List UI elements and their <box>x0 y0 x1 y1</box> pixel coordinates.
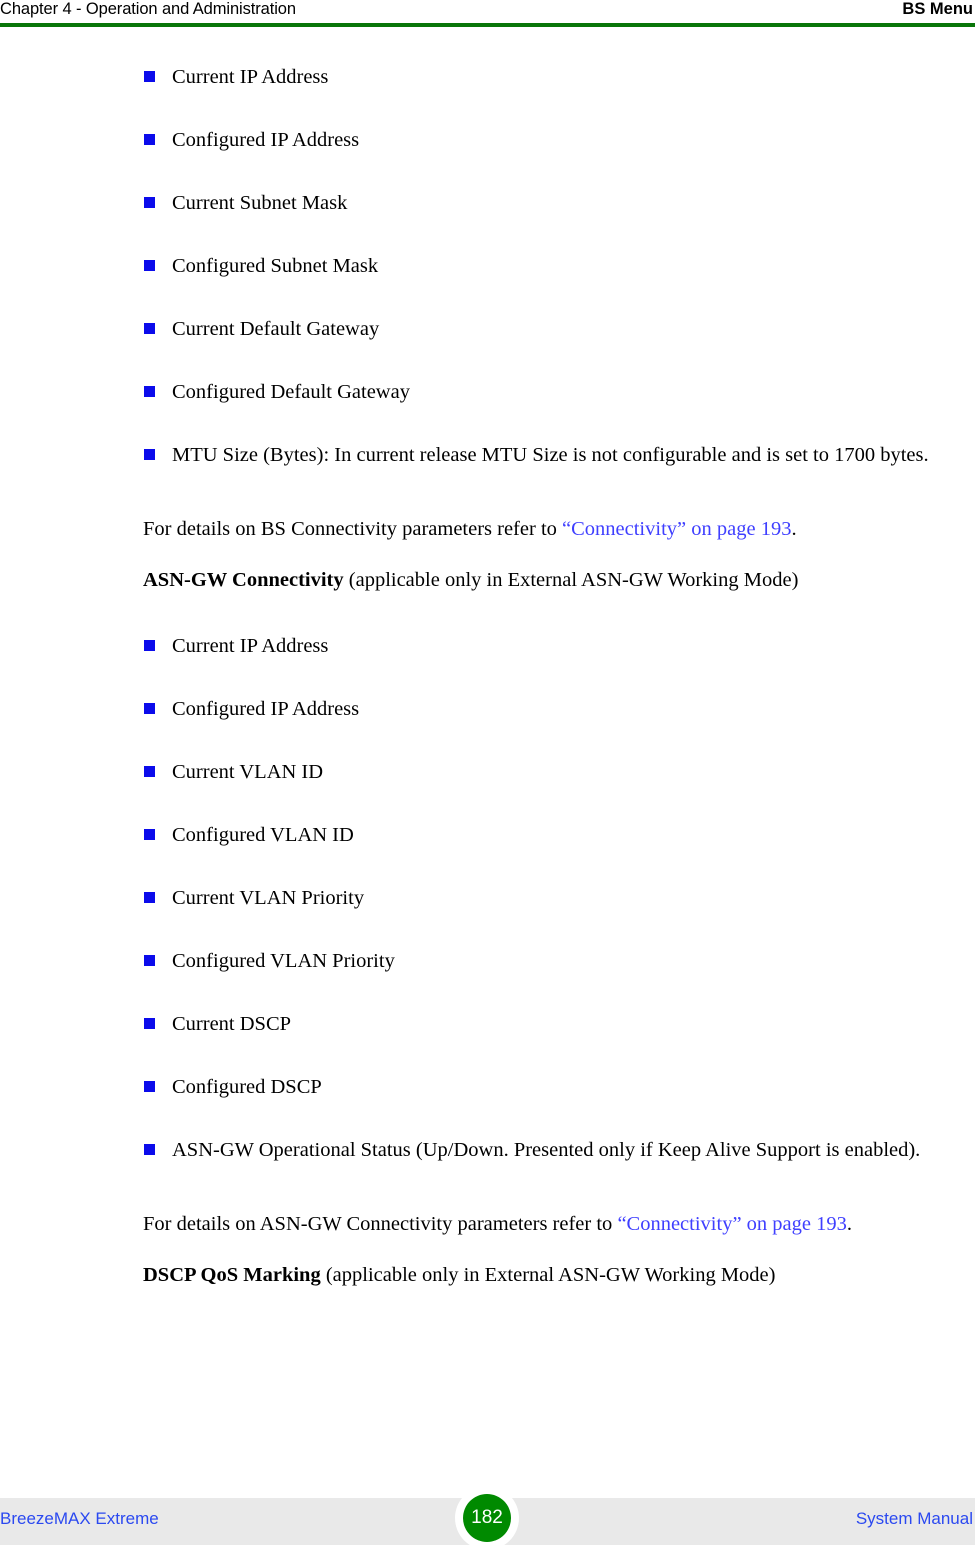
square-bullet-icon <box>144 323 155 334</box>
list-item-label: Current Subnet Mask <box>172 192 348 214</box>
square-bullet-icon <box>144 260 155 271</box>
list-item: Current Default Gateway <box>143 314 971 345</box>
page-number-badge: 182 <box>463 1494 511 1542</box>
list-item: Configured VLAN Priority <box>143 946 971 977</box>
list-item: Configured DSCP <box>143 1072 971 1103</box>
list-item-label: Configured VLAN ID <box>172 824 354 846</box>
asn-gw-connectivity-heading: ASN-GW Connectivity (applicable only in … <box>143 565 971 596</box>
square-bullet-icon <box>144 955 155 966</box>
reference-tail-text: . <box>846 1213 852 1235</box>
list-item: Current VLAN Priority <box>143 883 971 914</box>
list-item-label: Configured Default Gateway <box>172 381 410 403</box>
list-item: Current Subnet Mask <box>143 188 971 219</box>
list-item: Current VLAN ID <box>143 757 971 788</box>
list-item-label: Current DSCP <box>172 1013 292 1035</box>
list-item-label: Current Default Gateway <box>172 318 380 340</box>
list-item-label: Current IP Address <box>172 66 329 88</box>
header-divider-rule <box>0 23 975 27</box>
square-bullet-icon <box>144 1018 155 1029</box>
list-item: MTU Size (Bytes): In current release MTU… <box>143 440 971 471</box>
asn-gw-connectivity-heading-bold: ASN-GW Connectivity <box>143 569 344 591</box>
reference-tail-text: . <box>791 518 797 540</box>
cross-reference-link[interactable]: “Connectivity” on page 193 <box>617 1213 846 1235</box>
square-bullet-icon <box>144 71 155 82</box>
square-bullet-icon <box>144 766 155 777</box>
list-item-label: Configured IP Address <box>172 698 360 720</box>
list-item-label: Configured Subnet Mask <box>172 255 379 277</box>
page-content: Current IP Address Configured IP Address… <box>143 62 971 1291</box>
list-item-label: MTU Size (Bytes): In current release MTU… <box>172 444 929 466</box>
footer-manual-name: System Manual <box>855 1509 973 1528</box>
list-item-label: ASN-GW Operational Status (Up/Down. Pres… <box>172 1139 921 1161</box>
list-item: Current IP Address <box>143 62 971 93</box>
list-item: Configured Subnet Mask <box>143 251 971 282</box>
list-item: Current DSCP <box>143 1009 971 1040</box>
list-item: Configured VLAN ID <box>143 820 971 851</box>
bs-connectivity-bullet-list: Current IP Address Configured IP Address… <box>143 62 971 471</box>
list-item-label: Current VLAN ID <box>172 761 324 783</box>
list-item: Configured IP Address <box>143 125 971 156</box>
reference-lead-text: For details on BS Connectivity parameter… <box>143 518 563 540</box>
square-bullet-icon <box>144 1081 155 1092</box>
cross-reference-link[interactable]: “Connectivity” on page 193 <box>562 518 791 540</box>
page-footer: BreezeMAX Extreme 182 System Manual <box>0 1486 975 1550</box>
list-item-label: Configured DSCP <box>172 1076 322 1098</box>
bs-connectivity-reference-paragraph: For details on BS Connectivity parameter… <box>143 514 971 545</box>
square-bullet-icon <box>144 449 155 460</box>
dscp-qos-marking-heading-bold: DSCP QoS Marking <box>143 1264 321 1286</box>
list-item-label: Configured VLAN Priority <box>172 950 395 972</box>
list-item: Configured IP Address <box>143 694 971 725</box>
square-bullet-icon <box>144 1144 155 1155</box>
square-bullet-icon <box>144 703 155 714</box>
square-bullet-icon <box>144 640 155 651</box>
list-item-label: Current VLAN Priority <box>172 887 365 909</box>
list-item: ASN-GW Operational Status (Up/Down. Pres… <box>143 1135 971 1166</box>
square-bullet-icon <box>144 829 155 840</box>
header-chapter-title: Chapter 4 - Operation and Administration <box>0 0 296 18</box>
asn-gw-connectivity-bullet-list: Current IP Address Configured IP Address… <box>143 631 971 1166</box>
list-item: Configured Default Gateway <box>143 377 971 408</box>
header-section-title: BS Menu <box>902 0 973 18</box>
list-item: Current IP Address <box>143 631 971 662</box>
dscp-qos-marking-heading-rest: (applicable only in External ASN-GW Work… <box>320 1264 776 1286</box>
reference-lead-text: For details on ASN-GW Connectivity param… <box>143 1213 618 1235</box>
asn-gw-connectivity-reference-paragraph: For details on ASN-GW Connectivity param… <box>143 1209 883 1240</box>
square-bullet-icon <box>144 197 155 208</box>
footer-product-name: BreezeMAX Extreme <box>0 1509 159 1528</box>
list-item-label: Current IP Address <box>172 635 329 657</box>
square-bullet-icon <box>144 134 155 145</box>
dscp-qos-marking-heading: DSCP QoS Marking (applicable only in Ext… <box>143 1260 971 1291</box>
list-item-label: Configured IP Address <box>172 129 360 151</box>
square-bullet-icon <box>144 892 155 903</box>
square-bullet-icon <box>144 386 155 397</box>
asn-gw-connectivity-heading-rest: (applicable only in External ASN-GW Work… <box>343 569 799 591</box>
